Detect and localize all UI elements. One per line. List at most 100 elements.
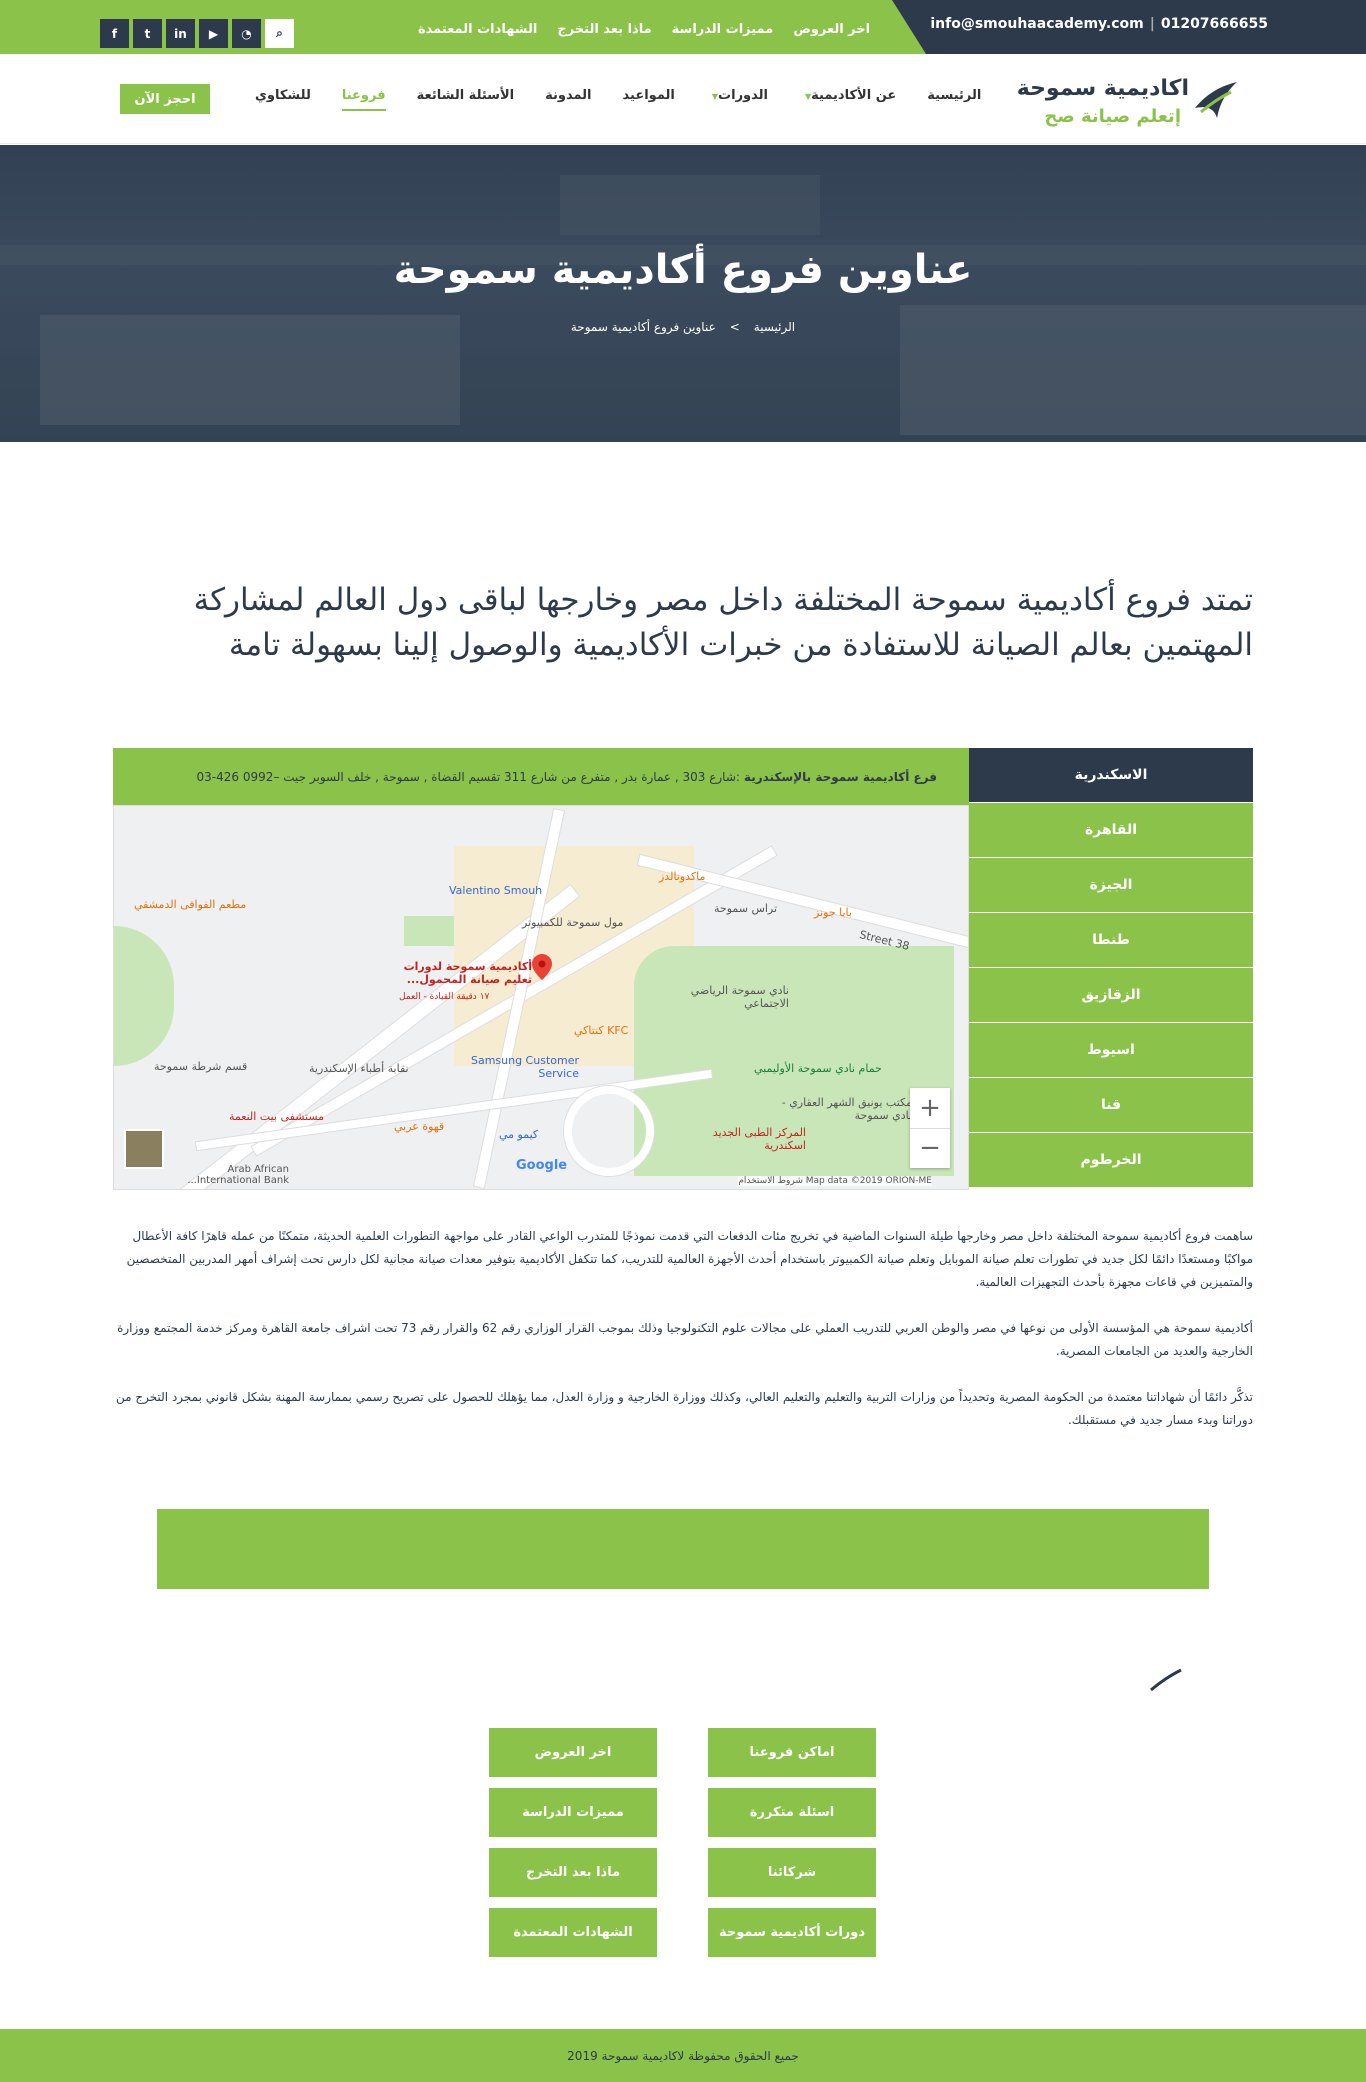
copyright-bar: جميع الحقوق محفوظة لاكاديمية سموحة 2019	[0, 2029, 1366, 2082]
footer-about: أكاديمية سموحة للتدريب وتعليم صيانة المو…	[933, 1723, 1253, 1884]
map-label: KFC كنتاكي	[574, 1024, 629, 1037]
branches-description: ساهمت فروع أكاديمية سموحة المختلفة داخل …	[113, 1225, 1253, 1455]
nav-item-branches[interactable]: فروعنا	[341, 88, 386, 111]
map-label: مطعم الفوافى الدمشقي	[134, 898, 247, 911]
logo-wing-icon	[1145, 1660, 1187, 1696]
quick-link-certificates[interactable]: الشهادات المعتمدة	[489, 1908, 657, 1957]
map-label: ١٧ دقيقة القيادة - العمل	[399, 992, 490, 1002]
quick-link-branches[interactable]: اماكن فروعنا	[708, 1728, 876, 1777]
quick-links-title: روابط سريعة	[597, 1652, 753, 1680]
contact-title: للحجز و الاستفسارات	[145, 1652, 402, 1680]
map-label: قهوة عربي	[394, 1120, 445, 1133]
instagram-icon[interactable]: ◎	[356, 1852, 382, 1878]
map-label: نقابة أطباء الإسكندرية	[309, 1062, 409, 1075]
twitter-icon[interactable]: t	[133, 19, 162, 48]
tab-cairo[interactable]: القاهرة	[969, 803, 1253, 857]
footer-logo[interactable]: اكاديمية سموحة إتعلم صيانة صح	[981, 1652, 1191, 1710]
breadcrumb-current: عناوين فروع أكاديمية سموحة	[570, 320, 716, 334]
tab-qena[interactable]: قنا	[969, 1078, 1253, 1132]
branch-address-text: :شارع 303 , عمارة بدر , متفرع من شارع 31…	[196, 769, 740, 784]
book-now-button[interactable]: احجز الآن	[120, 84, 210, 114]
body-paragraph: ساهمت فروع أكاديمية سموحة المختلفة داخل …	[126, 1229, 1253, 1289]
quick-link-faq[interactable]: اسئلة متكررة	[708, 1788, 876, 1837]
map-label: تراس سموحة	[714, 902, 778, 915]
breadcrumb-home[interactable]: الرئيسية	[754, 320, 795, 334]
youtube-icon[interactable]: ▶	[306, 1852, 332, 1878]
footer-logo-tagline: إتعلم صيانة صح	[1030, 1682, 1127, 1700]
facebook-icon[interactable]: f	[100, 19, 129, 48]
map-attribution: Map data ©2019 ORION-ME شروط الاستخدام	[738, 1176, 932, 1186]
logo-tagline: إتعلم صيانة صح	[1044, 106, 1181, 127]
footer-logo-title: اكاديمية سموحة	[993, 1652, 1139, 1677]
quick-link-courses[interactable]: دورات أكاديمية سموحة	[708, 1908, 876, 1957]
quick-link-partners[interactable]: شركائنا	[708, 1848, 876, 1897]
map-pin-icon[interactable]	[532, 954, 552, 980]
branch-map[interactable]: Valentino Smouh ماكدونالدز تراس سموحة با…	[113, 805, 969, 1190]
nav-item-faq[interactable]: الأسئلة الشائعة	[417, 88, 515, 111]
footer-phone-link[interactable]: 01207666655	[301, 1728, 401, 1743]
tab-alexandria[interactable]: الاسكندرية	[969, 748, 1253, 802]
map-label: نادي سموحة الرياضي الاجتماعي	[690, 984, 789, 1010]
nav-item-home[interactable]: الرئيسية	[927, 88, 981, 111]
logo-wing-icon	[1195, 82, 1237, 118]
nav-item-courses[interactable]: الدورات	[706, 88, 768, 111]
satellite-toggle[interactable]	[124, 1129, 164, 1169]
tab-khartoum[interactable]: الخرطوم	[969, 1133, 1253, 1187]
breadcrumb: الرئيسية > عناوين فروع أكاديمية سموحة	[0, 320, 1366, 334]
page-hero: عناوين فروع أكاديمية سموحة الرئيسية > عناو…	[0, 145, 1366, 442]
branch-address-label: فرع أكاديمية سموحة بالإسكندرية	[743, 769, 937, 784]
linkedin-icon[interactable]: in	[256, 1852, 282, 1878]
facebook-icon[interactable]: f	[156, 1852, 182, 1878]
footer-email-link[interactable]: info@smouhaacademy.com	[202, 1793, 400, 1808]
linkedin-icon[interactable]: in	[166, 19, 195, 48]
zoom-in-button[interactable]: +	[910, 1088, 950, 1129]
body-paragraph: أكاديمية سموحة هي المؤسسة الأولى من نوعه…	[117, 1321, 1253, 1358]
rss-icon[interactable]: ◔	[232, 19, 261, 48]
map-label: قسم شرطة سموحة	[154, 1060, 248, 1073]
top-link-after-graduation[interactable]: ماذا بعد التخرج	[557, 22, 651, 37]
quick-link-features[interactable]: مميزات الدراسة	[489, 1788, 657, 1837]
nav-item-schedule[interactable]: المواعيد	[623, 88, 675, 111]
tab-assiut[interactable]: اسيوط	[969, 1023, 1253, 1077]
top-links: اخر العروض مميزات الدراسة ماذا بعد التخر…	[418, 22, 870, 37]
quick-link-after-graduation[interactable]: ماذا بعد التخرج	[489, 1848, 657, 1897]
main-menu: للشكاوي فروعنا الأسئلة الشائعة المدونة ا…	[255, 88, 981, 111]
top-phone-link[interactable]: 01207666655	[1161, 16, 1268, 32]
map-label: المركز الطبى الجديد اسكندرية	[712, 1126, 806, 1152]
tab-zagazig[interactable]: الزقازيق	[969, 968, 1253, 1022]
top-link-certificates[interactable]: الشهادات المعتمدة	[418, 22, 537, 37]
nav-item-blog[interactable]: المدونة	[545, 88, 591, 111]
quick-link-offers[interactable]: اخر العروض	[489, 1728, 657, 1777]
footer-banner	[157, 1509, 1209, 1589]
breadcrumb-separator: >	[729, 320, 740, 334]
copyright-text: جميع الحقوق محفوظة لاكاديمية سموحة 2019	[567, 2048, 799, 2063]
top-link-offers[interactable]: اخر العروض	[793, 22, 870, 37]
map-label: مكتب يونيق الشهر العقاري - نادي سموحة	[781, 1096, 912, 1122]
zoom-out-button[interactable]: −	[910, 1129, 950, 1169]
page-title: عناوين فروع أكاديمية سموحة	[393, 247, 973, 293]
top-email-link[interactable]: info@smouhaacademy.com	[930, 16, 1143, 32]
body-paragraph: تذكَّر دائمًا أن شهاداتنا معتمدة من الحك…	[116, 1390, 1253, 1427]
branch-address: فرع أكاديمية سموحة بالإسكندرية:شارع 303 …	[113, 748, 969, 805]
nav-item-about[interactable]: عن الأكاديمية	[799, 88, 896, 111]
logo-title: اكاديمية سموحة	[1016, 76, 1189, 101]
intro-text: تمتد فروع أكاديمية سموحة المختلفة داخل م…	[193, 582, 1253, 663]
main-nav: اكاديمية سموحة إتعلم صيانة صح للشكاوي فر…	[0, 54, 1366, 144]
map-label: ماكدونالدز	[659, 870, 706, 883]
twitter-icon[interactable]: t	[206, 1852, 232, 1878]
tab-giza[interactable]: الجيزة	[969, 858, 1253, 912]
map-label: كيمو مي	[499, 1128, 539, 1141]
map-label: Arab African International Bank...	[187, 1164, 289, 1186]
map-label: مستشفى بيت النعمة	[229, 1110, 325, 1123]
top-contact: info@smouhaacademy.com | 01207666655	[930, 16, 1268, 32]
map-place-label: أكاديمية سموحة لدورات تعليم صيانة المحمو…	[403, 960, 532, 986]
site-logo[interactable]: اكاديمية سموحة إتعلم صيانة صح	[1017, 72, 1241, 130]
branch-tabs: الاسكندرية القاهرة الجيزة طنطا الزقازيق …	[969, 748, 1253, 1188]
tab-tanta[interactable]: طنطا	[969, 913, 1253, 967]
top-bar: info@smouhaacademy.com | 01207666655 اخر ا…	[0, 0, 1366, 54]
search-icon[interactable]: ⌕	[265, 19, 294, 48]
nav-item-complaints[interactable]: للشكاوي	[255, 88, 311, 111]
google-logo: Google	[516, 1158, 568, 1173]
top-link-features[interactable]: مميزات الدراسة	[672, 22, 774, 37]
youtube-icon[interactable]: ▶	[199, 19, 228, 48]
